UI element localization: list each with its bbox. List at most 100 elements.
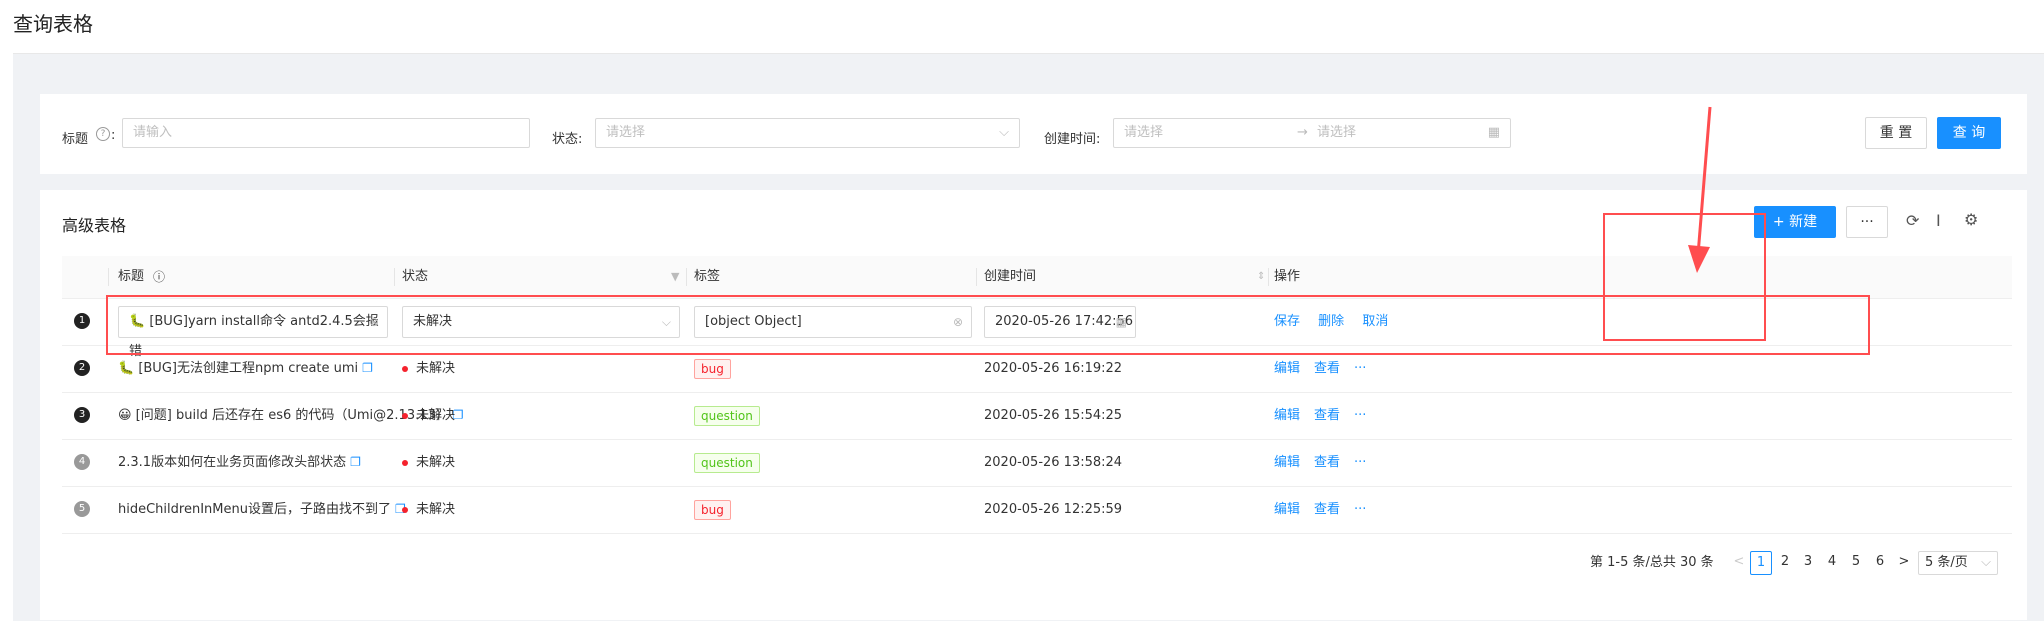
- more-actions-icon[interactable]: ···: [1354, 502, 1366, 517]
- created-filter-label: 创建时间:: [1044, 132, 1101, 147]
- calendar-icon: ▦: [1487, 125, 1500, 140]
- edit-link[interactable]: 编辑: [1274, 361, 1300, 376]
- chevron-down-icon: ⌵: [999, 125, 1009, 140]
- row-status-cell: 未解决: [402, 486, 455, 533]
- new-button[interactable]: + 新建: [1754, 206, 1836, 238]
- edit-link[interactable]: 编辑: [1274, 502, 1300, 517]
- row-created: 2020-05-26 15:54:25: [984, 408, 1123, 423]
- view-link[interactable]: 查看: [1314, 502, 1340, 517]
- col-actions: 操作: [1274, 269, 1301, 284]
- row-status: 未解决: [416, 361, 456, 376]
- status-dot: [402, 459, 408, 466]
- tag-badge: question: [694, 405, 760, 426]
- row-title: hideChildrenInMenu设置后，子路由找不到了: [118, 502, 391, 517]
- sort-icon[interactable]: ⇕: [1257, 256, 1265, 298]
- status-dot: [402, 506, 408, 513]
- row-tag-cell: bug: [694, 486, 731, 533]
- status-filter-label: 状态:: [552, 132, 583, 147]
- tag-badge: bug: [694, 358, 731, 379]
- copy-icon[interactable]: ❐: [362, 361, 373, 375]
- page-size-value: 5 条/页: [1925, 555, 1968, 570]
- row-tag-cell: question: [694, 392, 760, 439]
- column-separator: [976, 268, 977, 286]
- row-status: 未解决: [416, 455, 456, 470]
- range-start-placeholder: 请选择: [1124, 125, 1164, 140]
- page-3[interactable]: 3: [1797, 551, 1819, 575]
- search-form: 标题 ? : 请输入 状态: 请选择 ⌵ 创建时间: 请选择 → 请选择 ▦ 重…: [40, 94, 2027, 174]
- page-5[interactable]: 5: [1845, 551, 1867, 575]
- pagination-summary: 第 1-5 条/总共 30 条: [1590, 555, 1714, 570]
- row-actions: 编辑 查看 ···: [1274, 392, 1380, 439]
- row-status-cell: 未解决: [402, 439, 455, 486]
- title-filter-label: 标题: [62, 132, 89, 147]
- chevron-down-icon: ⌵: [1981, 555, 1991, 570]
- column-separator: [686, 268, 687, 286]
- row-title: 😀 [问题] build 后还存在 es6 的代码（Umi@2.13.13）: [118, 408, 449, 423]
- edit-link[interactable]: 编辑: [1274, 455, 1300, 470]
- row-title: 🐛 [BUG]无法创建工程npm create umi: [118, 361, 359, 376]
- table-row: 4 2.3.1版本如何在业务页面修改头部状态 ❐ 未解决 question 202…: [62, 439, 2012, 487]
- reset-button[interactable]: 重 置: [1865, 117, 1927, 149]
- row-status-cell: 未解决: [402, 392, 455, 439]
- row-index-badge: 3: [74, 407, 90, 423]
- col-created: 创建时间: [984, 269, 1037, 284]
- row-status: 未解决: [416, 408, 456, 423]
- page-1[interactable]: 1: [1750, 551, 1772, 575]
- row-created: 2020-05-26 12:25:59: [984, 502, 1123, 517]
- more-actions-icon[interactable]: ···: [1354, 455, 1366, 470]
- help-circle-icon[interactable]: ?: [96, 127, 110, 141]
- view-link[interactable]: 查看: [1314, 361, 1340, 376]
- row-tag-cell: question: [694, 439, 760, 486]
- more-actions-icon[interactable]: ···: [1354, 361, 1366, 376]
- page-size-select[interactable]: 5 条/页 ⌵: [1918, 551, 1998, 575]
- row-title: 2.3.1版本如何在业务页面修改头部状态: [118, 455, 347, 470]
- range-end-placeholder: 请选择: [1317, 125, 1357, 140]
- row-actions: 编辑 查看 ···: [1274, 439, 1380, 486]
- more-actions-icon[interactable]: ···: [1354, 408, 1366, 423]
- title-filter-colon: :: [111, 128, 116, 143]
- range-arrow-icon: →: [1297, 125, 1308, 140]
- col-status: 状态: [402, 269, 429, 284]
- info-icon: ⓘ: [153, 270, 166, 284]
- row-title-cell: hideChildrenInMenu设置后，子路由找不到了 ❐: [118, 486, 406, 533]
- row-index-badge: 5: [74, 501, 90, 517]
- copy-icon[interactable]: ❐: [350, 455, 361, 469]
- row-title-cell: 2.3.1版本如何在业务页面修改头部状态 ❐: [118, 439, 361, 486]
- page-title: 查询表格: [13, 12, 93, 36]
- tag-badge: question: [694, 452, 760, 473]
- query-button[interactable]: 查 询: [1937, 117, 2001, 149]
- page-6[interactable]: 6: [1869, 551, 1891, 575]
- filter-icon[interactable]: ▼: [671, 256, 679, 298]
- row-index-badge: 1: [74, 313, 90, 329]
- edit-link[interactable]: 编辑: [1274, 408, 1300, 423]
- more-button[interactable]: ···: [1846, 206, 1888, 238]
- status-filter-placeholder: 请选择: [606, 125, 646, 140]
- table-title: 高级表格: [62, 216, 127, 235]
- row-actions: 编辑 查看 ···: [1274, 486, 1380, 533]
- status-dot: [402, 412, 408, 419]
- annotation-arrow: [1688, 106, 1712, 273]
- settings-icon[interactable]: ⚙: [1964, 210, 1978, 229]
- col-title: 标题: [118, 269, 145, 284]
- title-filter-input[interactable]: 请输入: [122, 118, 530, 148]
- prev-page-icon[interactable]: <: [1728, 551, 1750, 575]
- reload-icon[interactable]: ⟳: [1906, 211, 1919, 230]
- table-row: 5 hideChildrenInMenu设置后，子路由找不到了 ❐ 未解决 bug…: [62, 486, 2012, 534]
- status-dot: [402, 365, 408, 372]
- status-filter-select[interactable]: 请选择 ⌵: [595, 118, 1020, 148]
- page-4[interactable]: 4: [1821, 551, 1843, 575]
- column-separator: [1268, 268, 1269, 286]
- row-status: 未解决: [416, 502, 456, 517]
- view-link[interactable]: 查看: [1314, 408, 1340, 423]
- page-2[interactable]: 2: [1774, 551, 1796, 575]
- view-link[interactable]: 查看: [1314, 455, 1340, 470]
- column-separator: [394, 268, 395, 286]
- created-range-picker[interactable]: 请选择 → 请选择 ▦: [1113, 118, 1511, 148]
- row-index-badge: 4: [74, 454, 90, 470]
- tag-badge: bug: [694, 499, 731, 520]
- next-page-icon[interactable]: >: [1893, 551, 1915, 575]
- density-icon[interactable]: Ⅰ: [1936, 211, 1941, 230]
- row-index-badge: 2: [74, 360, 90, 376]
- row-created: 2020-05-26 13:58:24: [984, 455, 1123, 470]
- col-tags: 标签: [694, 269, 721, 284]
